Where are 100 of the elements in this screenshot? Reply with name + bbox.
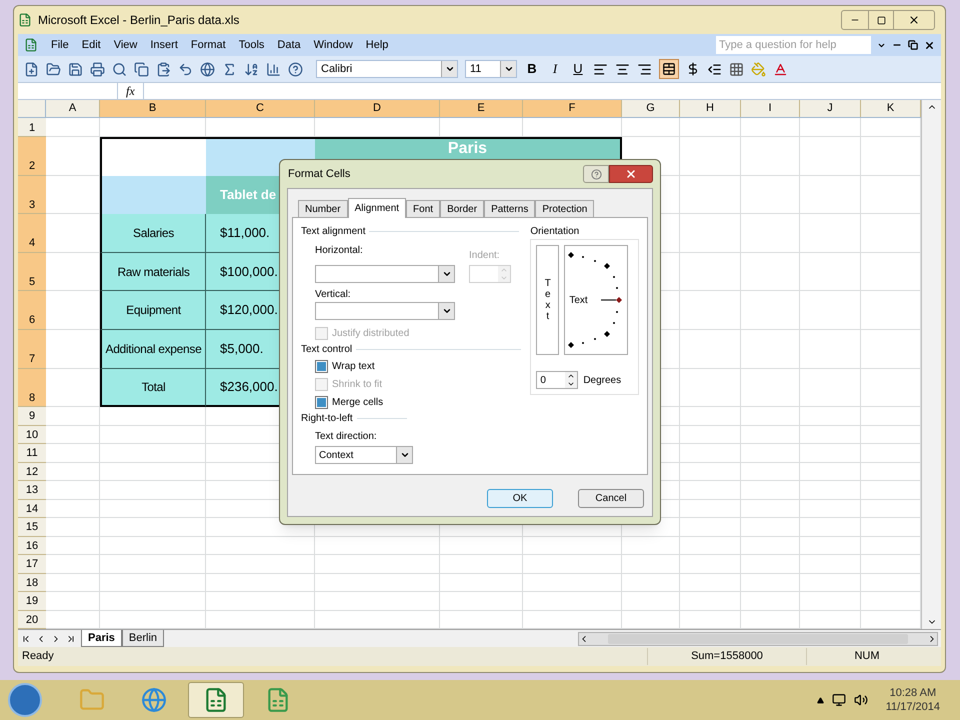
degrees-spinner[interactable]: 0 <box>536 371 578 389</box>
row-header[interactable]: 13 <box>18 481 46 500</box>
row-header[interactable]: 1 <box>18 118 46 137</box>
sheet-tab[interactable]: Berlin <box>122 630 164 648</box>
vertical-text-button[interactable]: Text <box>536 245 560 355</box>
font-color-icon[interactable] <box>773 62 788 76</box>
bar-chart-icon[interactable] <box>266 62 281 76</box>
row-header[interactable]: 3 <box>18 176 46 214</box>
row-header[interactable]: 14 <box>18 500 46 518</box>
help-button[interactable] <box>583 165 609 183</box>
dialog-button[interactable]: Cancel <box>578 489 644 508</box>
show-hidden-icons-icon[interactable] <box>816 696 824 704</box>
align-center-icon[interactable] <box>615 62 630 76</box>
vertical-scrollbar[interactable] <box>921 100 941 630</box>
row-header[interactable]: 10 <box>18 426 46 444</box>
format-button[interactable]: B <box>524 59 540 79</box>
printer-icon[interactable] <box>90 62 105 76</box>
group-heading: Right-to-left <box>301 412 353 426</box>
dialog-tab[interactable]: Protection <box>535 200 594 217</box>
paste-icon[interactable] <box>156 62 171 76</box>
column-header[interactable]: B <box>100 100 206 117</box>
checkbox-label: Wrap text <box>332 360 375 374</box>
menu-item[interactable]: Window <box>314 36 353 54</box>
column-header[interactable]: C <box>206 100 315 117</box>
workbook-icon <box>24 38 38 52</box>
column-header[interactable]: E <box>440 100 523 117</box>
dialog-tab[interactable]: Alignment <box>348 198 406 218</box>
help-icon[interactable] <box>288 62 303 76</box>
row-header[interactable]: 7 <box>18 330 46 369</box>
row-header[interactable]: 4 <box>18 214 46 253</box>
restore-button[interactable] <box>868 11 894 29</box>
menu-item[interactable]: View <box>114 36 138 54</box>
indent-icon[interactable] <box>707 62 722 76</box>
dollar-icon[interactable] <box>686 62 700 76</box>
menu-item[interactable]: Help <box>366 36 388 54</box>
last-sheet-icon[interactable] <box>66 634 76 644</box>
checkbox-label: Shrink to fit <box>332 378 382 392</box>
horizontal-scrollbar[interactable] <box>578 632 938 646</box>
dialog-tab[interactable]: Font <box>406 200 440 217</box>
row-header[interactable]: 5 <box>18 252 46 292</box>
network-icon[interactable] <box>832 693 846 707</box>
save-icon[interactable] <box>68 62 83 76</box>
start-button[interactable] <box>8 683 42 717</box>
row-header[interactable]: 19 <box>18 592 46 611</box>
merge-center-button[interactable] <box>659 59 679 79</box>
taskbar-button[interactable] <box>188 682 244 718</box>
checkbox[interactable] <box>315 396 328 408</box>
row-header[interactable]: 2 <box>18 137 46 176</box>
dialog-tab[interactable]: Border <box>440 200 484 217</box>
row-header[interactable]: 16 <box>18 536 46 556</box>
menu-item[interactable]: Insert <box>150 36 178 54</box>
row-header[interactable]: 20 <box>18 610 46 630</box>
menu-item[interactable]: Edit <box>82 36 101 54</box>
dialog-tab[interactable]: Number <box>298 200 348 217</box>
restore-icon[interactable] <box>908 40 918 50</box>
search-icon[interactable] <box>112 62 127 76</box>
dialog-tab[interactable]: Patterns <box>484 200 536 217</box>
sigma-icon[interactable] <box>222 62 237 76</box>
sort-icon[interactable] <box>244 62 259 76</box>
align-left-icon[interactable] <box>593 62 608 76</box>
checkbox[interactable] <box>315 360 328 372</box>
format-button[interactable]: I <box>547 59 563 79</box>
undo-icon[interactable] <box>178 62 193 76</box>
menu-item[interactable]: Tools <box>238 36 264 54</box>
volume-icon[interactable] <box>854 693 868 707</box>
function-label[interactable]: fx <box>118 82 143 100</box>
menu-item[interactable]: File <box>51 36 69 54</box>
row-header[interactable]: 6 <box>18 291 46 330</box>
column-header[interactable]: D <box>315 100 440 117</box>
menu-item[interactable]: Format <box>190 36 226 54</box>
orientation-dial[interactable]: Text <box>564 245 628 355</box>
row-header[interactable]: 17 <box>18 555 46 574</box>
new-file-icon[interactable] <box>24 62 39 76</box>
row-header[interactable]: 9 <box>18 407 46 426</box>
help-search-field[interactable]: Type a question for help <box>716 36 871 54</box>
globe-icon[interactable] <box>200 62 215 76</box>
close-button[interactable] <box>609 165 653 183</box>
font-field[interactable]: Calibri <box>316 60 458 78</box>
align-right-icon[interactable] <box>637 62 652 76</box>
borders-icon[interactable] <box>729 62 744 76</box>
checkbox-label: Merge cells <box>332 396 384 410</box>
folder-icon[interactable] <box>46 62 61 76</box>
row-header[interactable]: 11 <box>18 444 46 463</box>
format-button[interactable]: U <box>570 59 586 79</box>
row-header[interactable]: 8 <box>18 368 46 408</box>
fill-color-icon[interactable] <box>751 62 766 76</box>
column-header[interactable]: F <box>523 100 622 117</box>
sheet-tab[interactable]: Paris <box>81 630 122 648</box>
first-sheet-icon[interactable] <box>21 634 31 644</box>
close-icon[interactable] <box>924 40 935 50</box>
row-header[interactable]: 12 <box>18 462 46 482</box>
row-header[interactable]: 18 <box>18 574 46 592</box>
row-header[interactable]: 15 <box>18 518 46 537</box>
dialog-button[interactable]: OK <box>487 489 553 508</box>
copy-icon[interactable] <box>134 62 149 76</box>
help-icon <box>590 168 602 180</box>
font-size-field[interactable]: 11 <box>465 60 517 78</box>
menu-item[interactable]: Data <box>277 36 301 54</box>
row-label-cell: Salaries <box>100 214 206 253</box>
text-direction-select[interactable]: Context <box>315 446 413 464</box>
